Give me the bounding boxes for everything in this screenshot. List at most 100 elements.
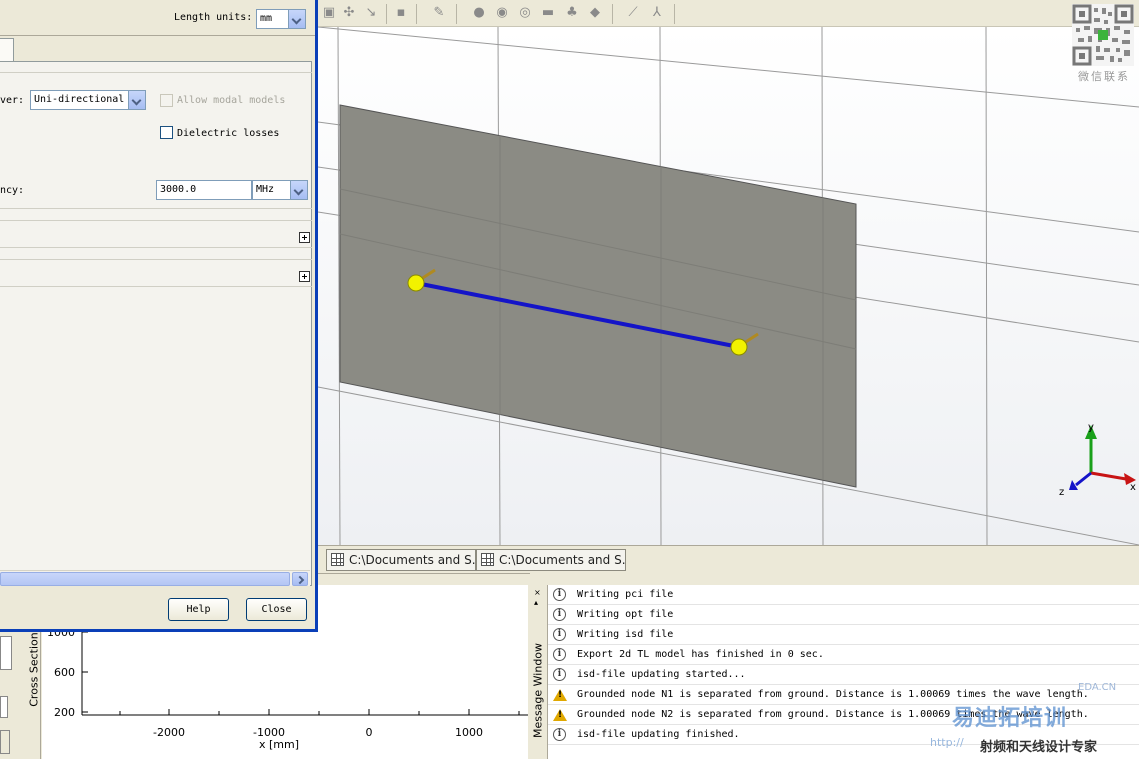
solver-select[interactable]: Uni-directional (30, 90, 146, 110)
toolbar-sphere-icon[interactable]: ● (470, 4, 488, 22)
toolbar-wire-icon[interactable]: ⟋ (624, 4, 642, 22)
horizontal-scrollbar[interactable] (0, 570, 310, 586)
side-control[interactable] (0, 696, 8, 718)
message-text: isd-file updating finished. (577, 729, 740, 740)
toolbar-cylinder-icon[interactable]: ◉ (493, 4, 511, 22)
x-tick-label: 1000 (455, 726, 483, 739)
side-control[interactable] (0, 730, 10, 754)
tl-export-dialog: Length units: mm ver: Uni-directional Al… (0, 0, 318, 632)
panel-pin-icon[interactable]: × ▴ (534, 588, 541, 608)
toolbar-separator (386, 4, 387, 24)
y-tick-label: 600 (54, 666, 75, 679)
message-list[interactable]: i Writing pci file i Writing opt file i Wr… (547, 585, 1139, 759)
divider (0, 259, 312, 260)
dialog-body: ver: Uni-directional Allow modal models … (0, 61, 312, 586)
watermark-brand: 易迪拓培训 (952, 706, 1068, 731)
watermark-slogan: 射频和天线设计专家 (980, 740, 1098, 755)
message-text: Writing isd file (577, 629, 674, 640)
frequency-value: 3000.0 (160, 184, 197, 195)
warning-icon (553, 689, 567, 701)
document-tab-label: C:\Documents and S... (499, 553, 626, 567)
y-tick-label: 200 (54, 706, 75, 719)
axis-x-label: x (1130, 482, 1136, 493)
toolbar-transform-icon[interactable]: ✣ (340, 4, 358, 22)
toolbar-separator (612, 4, 613, 24)
document-tab-2[interactable]: C:\Documents and S... (476, 549, 626, 571)
message-row[interactable]: i Export 2d TL model has finished in 0 se… (548, 645, 1139, 665)
length-units-value: mm (260, 13, 273, 24)
message-text: Writing opt file (577, 609, 674, 620)
info-icon: i (553, 728, 566, 741)
watermark-site: EDA.CN (1078, 682, 1117, 693)
chevron-down-icon[interactable] (128, 91, 145, 109)
axis-triad (1069, 425, 1136, 490)
toolbar-pick-icon[interactable]: ↘ (362, 4, 380, 22)
toolbar-junction-icon[interactable]: ⅄ (648, 4, 666, 22)
expand-plus-icon[interactable] (299, 232, 310, 243)
expand-plus-icon[interactable] (299, 271, 310, 282)
table-grid-icon (331, 553, 344, 566)
toolbar: ▣ ✣ ↘ ▪ ✎ ● ◉ ◎ ▬ ♣ ◆ ⟋ ⅄ (318, 0, 1139, 27)
toolbar-bond-icon[interactable]: ♣ (563, 4, 581, 22)
message-text: Export 2d TL model has finished in 0 sec… (577, 649, 824, 660)
info-icon: i (553, 608, 566, 621)
side-control[interactable] (0, 636, 12, 670)
message-window-tab-label: Message Window (531, 642, 545, 739)
table-grid-icon (481, 553, 494, 566)
toolbar-save-icon[interactable]: ▪ (392, 4, 410, 22)
message-window-tab[interactable]: × ▴ Message Window (530, 584, 547, 759)
document-tab-1[interactable]: C:\Documents and S... (326, 549, 476, 571)
dialog-header: Length units: mm (0, 0, 315, 36)
x-tick-label: -2000 (153, 726, 185, 739)
message-row[interactable]: i Writing pci file (548, 585, 1139, 605)
toolbar-separator (456, 4, 457, 24)
ground-plane[interactable] (339, 104, 857, 488)
divider (0, 208, 312, 209)
x-axis-label: x [mm] (259, 738, 299, 751)
toolbar-brick-icon[interactable]: ▬ (539, 4, 557, 22)
message-row[interactable]: i Writing opt file (548, 605, 1139, 625)
qr-caption: 微信联系 (1078, 70, 1130, 83)
solver-value: Uni-directional (34, 94, 125, 105)
close-button[interactable]: Close (246, 598, 307, 621)
frequency-label: ncy: (0, 185, 25, 196)
message-row[interactable]: i isd-file updating started... (548, 665, 1139, 685)
divider (0, 286, 312, 287)
info-icon: i (553, 648, 566, 661)
axis-z-label: z (1059, 487, 1064, 498)
viewport-scene: y x z (318, 27, 1139, 545)
toolbar-separator (416, 4, 417, 24)
length-units-select[interactable]: mm (256, 9, 306, 29)
solver-label: ver: (0, 95, 25, 106)
info-icon: i (553, 588, 566, 601)
info-icon: i (553, 668, 566, 681)
message-row[interactable]: i Writing isd file (548, 625, 1139, 645)
frequency-input[interactable]: 3000.0 (156, 180, 252, 200)
toolbar-measure-icon[interactable]: ✎ (430, 4, 448, 22)
port-node-1[interactable] (407, 274, 425, 292)
scrollbar-thumb[interactable] (0, 572, 290, 586)
dialog-tab[interactable] (0, 38, 14, 62)
toolbar-tool-icon[interactable]: ▣ (320, 4, 338, 22)
message-text: Writing pci file (577, 589, 674, 600)
allow-modal-label: Allow modal models (177, 95, 286, 106)
help-button[interactable]: Help (168, 598, 229, 621)
x-tick-label: 0 (366, 726, 373, 739)
frequency-unit-select[interactable]: MHz (252, 180, 308, 200)
warning-icon (553, 709, 567, 721)
document-tab-bar: C:\Documents and S... C:\Documents and S… (318, 545, 1139, 573)
chevron-down-icon[interactable] (288, 10, 305, 28)
length-units-label: Length units: (174, 12, 253, 23)
3d-viewport[interactable]: y x z (318, 27, 1139, 545)
allow-modal-checkbox[interactable] (160, 94, 173, 107)
dielectric-losses-checkbox[interactable] (160, 126, 173, 139)
app-window: ▣ ✣ ↘ ▪ ✎ ● ◉ ◎ ▬ ♣ ◆ ⟋ ⅄ y x z 微信联系 C:\… (0, 0, 1139, 759)
divider (0, 247, 312, 248)
port-node-2[interactable] (730, 338, 748, 356)
watermark-url: http:// (930, 736, 964, 749)
dielectric-losses-label: Dielectric losses (177, 128, 280, 139)
toolbar-torus-icon[interactable]: ◎ (516, 4, 534, 22)
toolbar-shape-icon[interactable]: ◆ (586, 4, 604, 22)
scroll-right-icon[interactable] (292, 572, 308, 586)
chevron-down-icon[interactable] (290, 181, 307, 199)
